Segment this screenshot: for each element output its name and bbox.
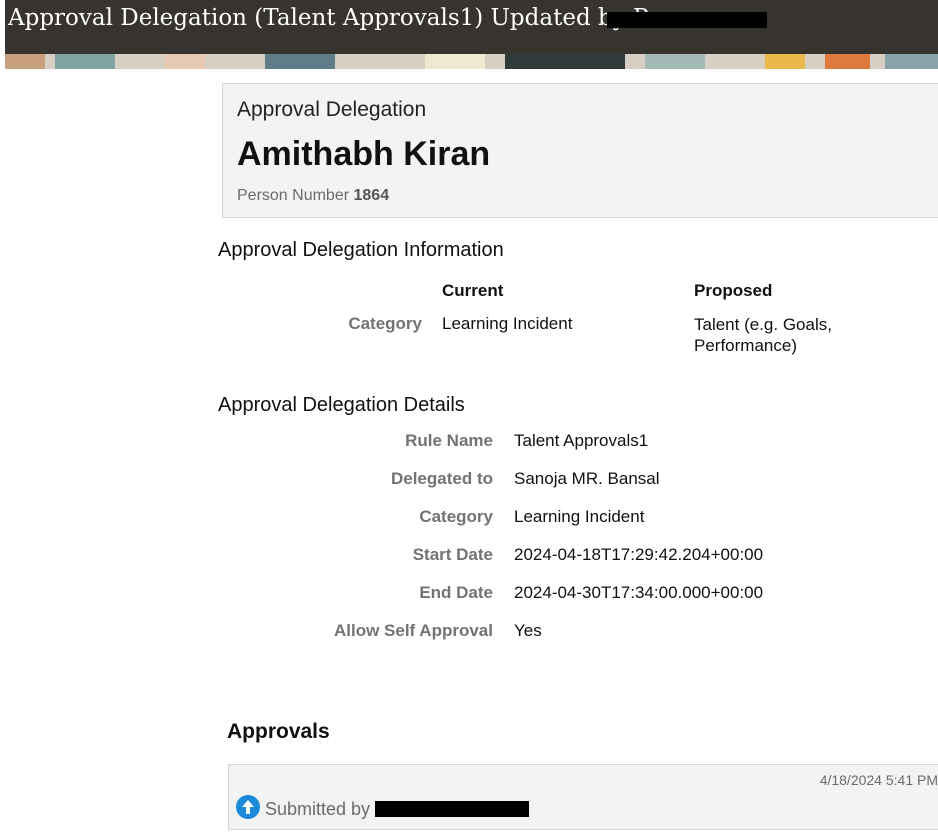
submitted-by-text: Submitted by xyxy=(265,799,371,819)
info-section-title: Approval Delegation Information xyxy=(218,239,504,261)
redacted-name xyxy=(607,12,767,28)
proposed-column-header: Proposed xyxy=(694,281,773,300)
detail-value-rule-name: Talent Approvals1 xyxy=(514,431,649,450)
detail-value-allow-self-approval: Yes xyxy=(514,621,542,640)
info-category-label: Category xyxy=(348,314,422,333)
proposed-category-value: Talent (e.g. Goals, Performance) xyxy=(694,315,832,355)
details-section-title: Approval Delegation Details xyxy=(218,394,465,416)
detail-value-delegated-to: Sanoja MR. Bansal xyxy=(514,469,660,488)
detail-label-allow-self-approval: Allow Self Approval xyxy=(333,621,493,640)
detail-label-start-date: Start Date xyxy=(412,545,493,564)
notification-header: Approval Delegation (Talent Approvals1) … xyxy=(5,0,938,54)
detail-value-end-date: 2024-04-30T17:34:00.000+00:00 xyxy=(514,583,764,602)
approvals-title: Approvals xyxy=(227,720,330,743)
person-number: Person Number 1864 xyxy=(237,187,390,204)
redacted-submitter xyxy=(375,801,529,817)
person-card: Approval Delegation Amithabh Kiran Perso… xyxy=(222,83,938,218)
arrow-up-circle-icon xyxy=(236,795,260,819)
approval-history-item: 4/18/2024 5:41 PM Submitted by xyxy=(228,764,938,830)
detail-value-category: Learning Incident xyxy=(514,507,645,526)
current-column-header: Current xyxy=(442,281,504,300)
detail-value-start-date: 2024-04-18T17:29:42.204+00:00 xyxy=(514,545,764,564)
notification-title: Approval Delegation (Talent Approvals1) … xyxy=(8,5,662,31)
detail-label-category: Category xyxy=(419,507,493,526)
current-category-value: Learning Incident xyxy=(442,314,573,333)
person-name: Amithabh Kiran xyxy=(237,135,491,173)
card-label: Approval Delegation xyxy=(237,98,427,121)
detail-label-delegated-to: Delegated to xyxy=(390,469,493,488)
approval-timestamp: 4/18/2024 5:41 PM xyxy=(819,772,938,788)
detail-label-rule-name: Rule Name xyxy=(405,431,493,450)
decorative-banner xyxy=(5,54,938,69)
detail-label-end-date: End Date xyxy=(419,583,493,602)
